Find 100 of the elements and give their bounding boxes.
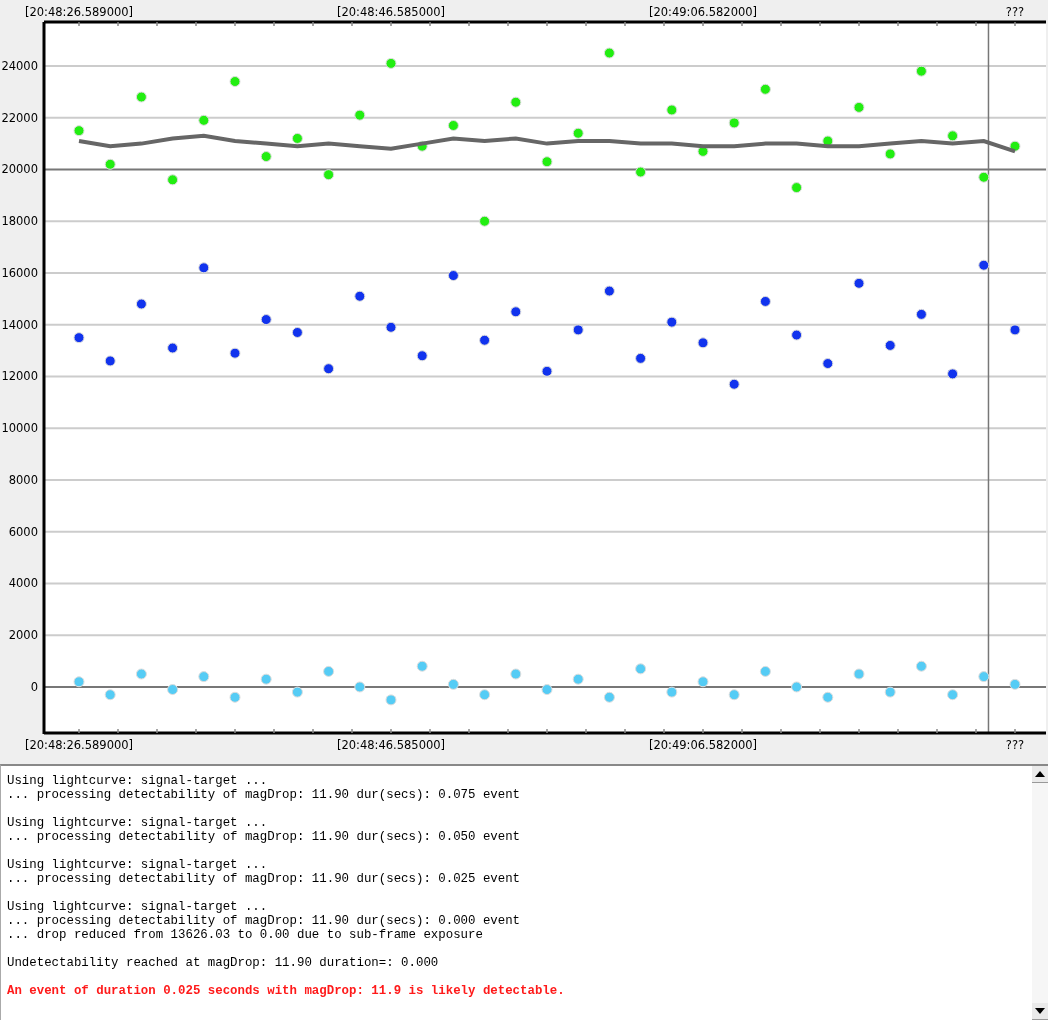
- y-tick-label: 24000: [1, 59, 38, 73]
- data-point: [978, 259, 990, 271]
- data-point: [853, 668, 865, 680]
- log-line: Using lightcurve: signal-target ...: [7, 816, 269, 830]
- scroll-down-button[interactable]: [1032, 1003, 1048, 1020]
- log-line: ... drop reduced from 13626.03 to 0.00 due to sub-frame exposure: [7, 928, 484, 942]
- log-line: Using lightcurve: signal-target ...: [7, 774, 269, 788]
- data-point: [479, 215, 491, 227]
- y-tick-label: 6000: [8, 524, 38, 539]
- data-point: [104, 355, 116, 367]
- data-point: [510, 306, 522, 318]
- data-point: [291, 132, 303, 144]
- data-point: [1009, 324, 1021, 336]
- data-point: [135, 91, 147, 103]
- data-point: [884, 148, 896, 160]
- data-point: [603, 285, 615, 297]
- data-point: [978, 171, 990, 183]
- y-tick-label: 20000: [1, 162, 38, 177]
- data-point: [728, 689, 740, 701]
- data-point: [198, 114, 210, 126]
- data-point: [884, 339, 896, 351]
- data-point: [510, 96, 522, 108]
- x-tick-label: [20:49:06.582000]: [648, 5, 758, 19]
- data-point: [479, 334, 491, 346]
- log-line: Undetectability reached at magDrop: 11.90 duration=: 0.000: [7, 956, 440, 970]
- data-point: [697, 337, 709, 349]
- data-point: [104, 158, 116, 170]
- data-point: [135, 298, 147, 310]
- data-point: [479, 689, 491, 701]
- data-point: [167, 342, 179, 354]
- data-point: [947, 130, 959, 142]
- data-point: [447, 270, 459, 282]
- data-point: [447, 120, 459, 131]
- data-point: [135, 668, 147, 680]
- data-point: [853, 277, 865, 289]
- data-point: [947, 689, 959, 701]
- x-tick-label: [20:48:26.589000]: [24, 5, 134, 19]
- y-tick-label: 2000: [8, 628, 38, 643]
- data-point: [635, 352, 647, 364]
- log-line: ... processing detectability of magDrop: 11.90 dur(secs): 0.075 event: [7, 788, 522, 802]
- data-point: [510, 668, 522, 680]
- data-point: [385, 57, 397, 69]
- data-point: [447, 678, 459, 690]
- data-point: [822, 358, 834, 370]
- data-point: [416, 350, 428, 362]
- x-tick-label: [20:48:26.589000]: [24, 738, 134, 752]
- data-point: [323, 363, 335, 375]
- data-point: [915, 308, 927, 320]
- up-triangle-icon: [1035, 771, 1045, 777]
- data-point: [759, 665, 771, 677]
- y-tick-label: 16000: [1, 265, 38, 280]
- data-point: [167, 684, 179, 696]
- data-point: [323, 169, 335, 181]
- data-point: [260, 673, 272, 685]
- y-tick-label: 8000: [8, 472, 38, 487]
- data-point: [73, 676, 85, 688]
- data-point: [635, 166, 647, 178]
- data-point: [666, 104, 678, 116]
- y-tick-label: 0: [30, 679, 38, 694]
- data-point: [572, 127, 584, 139]
- data-point: [73, 125, 85, 137]
- data-point: [728, 378, 740, 390]
- data-point: [1009, 140, 1021, 152]
- data-point: [229, 76, 241, 87]
- y-tick-label: 18000: [1, 214, 38, 229]
- y-tick-label: 4000: [8, 576, 38, 591]
- x-tick-label: ???: [1005, 738, 1025, 752]
- data-point: [791, 329, 803, 341]
- scrollbar[interactable]: [1032, 766, 1048, 1020]
- log-line: ... processing detectability of magDrop: 11.90 dur(secs): 0.050 event: [7, 830, 522, 844]
- log-line: An event of duration 0.025 seconds with magDrop: 11.9 is likely detectable.: [7, 984, 566, 998]
- data-point: [603, 691, 615, 703]
- data-point: [354, 290, 366, 302]
- data-point: [260, 151, 272, 163]
- data-point: [198, 671, 210, 683]
- y-tick-label: 10000: [1, 421, 38, 436]
- data-point: [323, 665, 335, 677]
- data-point: [759, 83, 771, 95]
- data-point: [198, 262, 210, 274]
- log-line: Using lightcurve: signal-target ...: [7, 900, 269, 914]
- data-point: [541, 156, 553, 168]
- data-point: [791, 681, 803, 693]
- data-point: [354, 681, 366, 693]
- x-tick-label: [20:49:06.582000]: [648, 738, 758, 752]
- scroll-up-button[interactable]: [1032, 766, 1048, 783]
- data-point: [416, 140, 428, 152]
- data-point: [1009, 678, 1021, 690]
- data-point: [791, 182, 803, 194]
- data-point: [884, 686, 896, 698]
- data-point: [291, 686, 303, 698]
- log-line: ... processing detectability of magDrop: 11.90 dur(secs): 0.000 event: [7, 914, 522, 928]
- data-point: [167, 174, 179, 186]
- data-point: [229, 347, 241, 359]
- data-point: [915, 65, 927, 77]
- data-point: [697, 145, 709, 157]
- data-point: [572, 673, 584, 685]
- y-tick-label: 14000: [1, 317, 38, 332]
- log-line: Using lightcurve: signal-target ...: [7, 858, 269, 872]
- x-tick-label: [20:48:46.585000]: [336, 5, 446, 19]
- data-point: [822, 691, 834, 703]
